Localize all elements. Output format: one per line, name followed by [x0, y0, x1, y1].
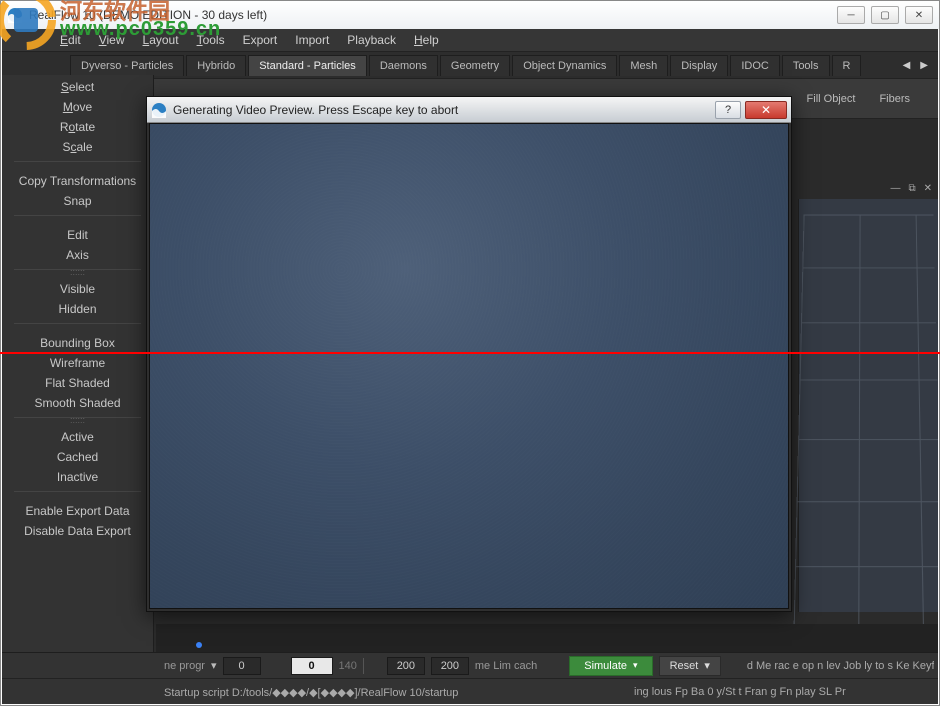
chevron-down-icon[interactable]: ▾ [704, 659, 710, 672]
side-flat-shaded[interactable]: Flat Shaded [2, 373, 153, 393]
shelf-tab-r[interactable]: R [832, 55, 862, 76]
menu-help[interactable]: Help [414, 33, 439, 47]
minimize-button[interactable]: ─ [837, 6, 865, 24]
dialog-title: Generating Video Preview. Press Escape k… [173, 103, 458, 117]
timeline[interactable] [156, 624, 938, 652]
frame-200b-field[interactable] [431, 657, 469, 675]
side-inactive[interactable]: Inactive [2, 467, 153, 487]
right-status-2: ing lous Fp Ba 0 y/St t Fran g Fn play S… [634, 686, 934, 698]
shelf-left-arrow-icon[interactable]: ◀ [899, 58, 915, 73]
side-bounding-box[interactable]: Bounding Box [2, 333, 153, 353]
side-move[interactable]: Move [2, 97, 153, 117]
sidebar: Select Move Rotate Scale Copy Transforma… [2, 75, 154, 652]
dialog-titlebar[interactable]: Generating Video Preview. Press Escape k… [147, 97, 791, 123]
shelf-tab-hybrido[interactable]: Hybrido [186, 55, 246, 76]
side-scale[interactable]: Scale [2, 137, 153, 157]
progress-label: ne progr [164, 660, 205, 672]
side-hidden[interactable]: Hidden [2, 299, 153, 319]
side-axis[interactable]: Axis [2, 245, 153, 265]
dialog-close-button[interactable]: ✕ [745, 101, 787, 119]
side-enable-export[interactable]: Enable Export Data [2, 501, 153, 521]
dialog-icon [151, 102, 167, 118]
side-snap[interactable]: Snap [2, 191, 153, 211]
side-disable-export[interactable]: Disable Data Export [2, 521, 153, 541]
progress-dropdown-icon[interactable]: ▾ [211, 659, 217, 672]
startup-script-path: Startup script D:/tools/◆◆◆◆/◆[◆◆◆◆]/Rea… [164, 686, 534, 699]
close-window-button[interactable]: ✕ [905, 6, 933, 24]
side-smooth-shaded[interactable]: Smooth Shaded [2, 393, 153, 413]
frame-start-field[interactable] [223, 657, 261, 675]
shelf-tab-dyverso[interactable]: Dyverso - Particles [70, 55, 184, 76]
shelf-tab-mesh[interactable]: Mesh [619, 55, 668, 76]
tool-fill-object[interactable]: Fill Object [807, 93, 856, 105]
side-rotate[interactable]: Rotate [2, 117, 153, 137]
side-wireframe[interactable]: Wireframe [2, 353, 153, 373]
panel-float-icon[interactable]: ⧉ [906, 183, 917, 194]
side-cached[interactable]: Cached [2, 447, 153, 467]
shelf-tab-tools[interactable]: Tools [782, 55, 830, 76]
bottom-bar: ne progr ▾ 140 me Lim cach Simulate▾ Res… [2, 652, 938, 704]
frame-end-label: 140 [339, 660, 357, 672]
frame-current-field[interactable] [291, 657, 333, 675]
side-select[interactable]: Select [2, 77, 153, 97]
maximize-button[interactable]: ▢ [871, 6, 899, 24]
cache-label: me Lim cach [475, 660, 537, 672]
menu-playback[interactable]: Playback [347, 33, 396, 47]
overlay-red-line [0, 352, 940, 354]
chevron-down-icon[interactable]: ▾ [633, 660, 638, 671]
simulate-button[interactable]: Simulate▾ [569, 656, 652, 676]
shelf-tab-daemons[interactable]: Daemons [369, 55, 438, 76]
shelf-tab-standard[interactable]: Standard - Particles [248, 55, 367, 76]
panel-dash-icon[interactable]: — [888, 183, 902, 194]
frame-200a-field[interactable] [387, 657, 425, 675]
viewport-panel-header: — ⧉ ✕ [888, 183, 934, 194]
timeline-marker-icon[interactable] [196, 642, 202, 648]
side-copy-transformations[interactable]: Copy Transformations [2, 171, 153, 191]
shelf-tab-idoc[interactable]: IDOC [730, 55, 780, 76]
viewport-grid[interactable] [798, 199, 938, 612]
side-edit[interactable]: Edit [2, 225, 153, 245]
watermark-logo-icon [0, 0, 58, 52]
reset-button[interactable]: Reset▾ [659, 656, 721, 676]
side-visible[interactable]: Visible [2, 279, 153, 299]
panel-close-icon[interactable]: ✕ [922, 183, 934, 194]
menu-import[interactable]: Import [295, 33, 329, 47]
watermark-url: www.pc0359.cn [60, 18, 221, 41]
shelf-tab-geometry[interactable]: Geometry [440, 55, 510, 76]
right-status-1: d Me rac e op n lev Job ly to s Ke Keyf … [747, 660, 934, 672]
shelf-right-arrow-icon[interactable]: ▶ [916, 58, 932, 73]
shelf-tab-display[interactable]: Display [670, 55, 728, 76]
side-active[interactable]: Active [2, 427, 153, 447]
menu-export[interactable]: Export [243, 33, 278, 47]
video-preview-dialog: Generating Video Preview. Press Escape k… [146, 96, 792, 612]
shelf-tab-objdyn[interactable]: Object Dynamics [512, 55, 617, 76]
tool-fibers[interactable]: Fibers [879, 93, 910, 105]
dialog-help-button[interactable]: ? [715, 101, 741, 119]
window-buttons: ─ ▢ ✕ [837, 6, 933, 24]
video-preview-canvas [149, 123, 789, 609]
